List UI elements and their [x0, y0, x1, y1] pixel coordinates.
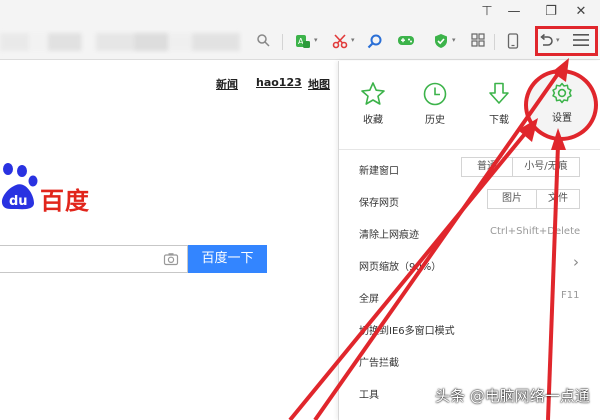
skin-icon[interactable]: ⊤ — [476, 2, 498, 22]
quick-downloads[interactable]: 下载 — [479, 81, 519, 126]
shortcut-label: F11 — [561, 290, 580, 301]
chevron-down-icon[interactable]: ▾ — [314, 36, 318, 44]
baidu-paw-logo[interactable]: du — [0, 161, 38, 211]
new-window-normal-button[interactable]: 普通 — [461, 157, 513, 177]
toolbar-divider — [282, 34, 283, 50]
address-bar[interactable] — [0, 33, 240, 51]
shortcut-label: Ctrl+Shift+Delete — [490, 226, 581, 237]
menu-highlight-box — [535, 26, 598, 56]
quick-history[interactable]: 历史 — [415, 81, 455, 126]
download-icon — [489, 82, 509, 104]
shield-icon[interactable] — [432, 33, 450, 51]
quick-label: 设置 — [552, 113, 572, 124]
link-news[interactable]: 新闻 — [216, 76, 238, 92]
link-hao123[interactable]: hao123 — [256, 76, 302, 89]
clock-icon — [423, 82, 447, 106]
browser-menu-panel: 收藏 历史 下载 设置 新建窗口 普通 小号/无痕 保存网页 图片 文件 清除上… — [338, 61, 600, 420]
gamepad-icon[interactable] — [397, 33, 415, 51]
chevron-down-icon[interactable]: ▾ — [452, 36, 456, 44]
quick-label: 历史 — [425, 115, 445, 126]
browser-toolbar: A ▾ ▾ ▾ ▾ — [0, 24, 600, 60]
quick-label: 收藏 — [363, 115, 383, 126]
search-input[interactable] — [0, 245, 188, 273]
save-as-image-button[interactable]: 图片 — [487, 189, 537, 209]
quick-settings[interactable]: 设置 — [542, 81, 582, 124]
camera-icon[interactable] — [163, 251, 179, 267]
apps-grid-icon[interactable] — [469, 33, 487, 51]
link-map[interactable]: 地图 — [308, 76, 330, 92]
close-button[interactable]: ✕ — [570, 2, 592, 22]
menu-item-tools[interactable]: 工具 — [359, 386, 379, 401]
quick-favorites[interactable]: 收藏 — [353, 81, 393, 126]
restore-button[interactable]: ❐ — [540, 2, 562, 22]
search-button[interactable]: 百度一下 — [188, 245, 267, 273]
phone-icon[interactable] — [505, 33, 521, 51]
window-titlebar: ⊤ — ❐ ✕ — [0, 0, 600, 24]
menu-item-ad-block[interactable]: 广告拦截 — [359, 354, 399, 369]
chevron-right-icon: › — [573, 253, 579, 271]
svg-text:du: du — [9, 194, 28, 209]
minimize-button[interactable]: — — [503, 2, 525, 22]
chevron-down-icon[interactable]: ▾ — [351, 36, 355, 44]
star-icon — [361, 82, 385, 105]
scissors-icon[interactable] — [331, 33, 349, 51]
menu-item-save-page[interactable]: 保存网页 — [359, 194, 399, 209]
menu-item-new-window[interactable]: 新建窗口 — [359, 162, 399, 177]
translate-icon[interactable]: A — [294, 33, 312, 51]
web-page: 新闻 hao123 地图 du 百度 百度一下 — [0, 61, 338, 420]
watermark: 头条 @电脑网络一点通 — [435, 387, 590, 405]
zoom-search-icon[interactable] — [366, 33, 384, 51]
menu-item-zoom[interactable]: 网页缩放（90%） — [359, 258, 441, 273]
search-icon[interactable] — [255, 33, 271, 51]
toolbar-divider — [494, 34, 495, 50]
panel-divider — [339, 149, 600, 150]
menu-item-clear-traces[interactable]: 清除上网痕迹 — [359, 226, 419, 241]
save-as-file-button[interactable]: 文件 — [536, 189, 580, 209]
gear-icon — [552, 82, 572, 104]
quick-label: 下载 — [489, 115, 509, 126]
menu-item-ie6-mode[interactable]: 切换到IE6多窗口模式 — [359, 322, 455, 337]
menu-item-fullscreen[interactable]: 全屏 — [359, 290, 379, 305]
baidu-logo-text[interactable]: 百度 — [40, 181, 90, 216]
new-window-incognito-button[interactable]: 小号/无痕 — [512, 157, 580, 177]
